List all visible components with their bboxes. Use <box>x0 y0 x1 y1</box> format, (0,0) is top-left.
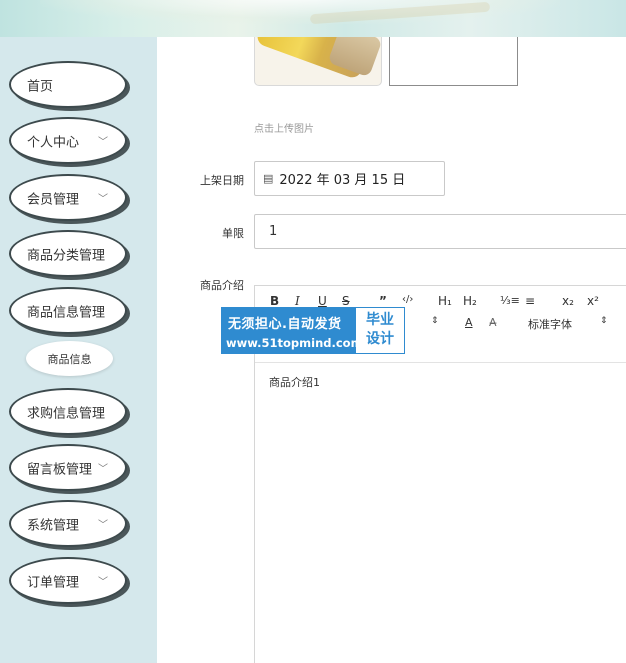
sidebar-item-label: 首页 <box>27 79 54 94</box>
calendar-icon: ▤ <box>263 172 274 185</box>
date-label: 上架日期 <box>200 174 244 187</box>
watermark-right-top: 毕业 <box>366 312 394 328</box>
date-value: 2022 年 03 月 15 日 <box>279 173 406 188</box>
upload-hint: 点击上传图片 <box>254 124 314 135</box>
sidebar-item-label: 商品分类管理 <box>27 248 106 263</box>
strikethrough-button[interactable]: S <box>342 294 350 308</box>
sidebar-item-personal-center[interactable]: 个人中心 ﹀ <box>9 117 127 164</box>
sidebar-item-home[interactable]: 首页 <box>9 61 127 108</box>
watermark-slogan: 无须担心.自动发货 <box>228 317 342 332</box>
watermark-left-panel: 无须担心.自动发货 www.51topmind.com <box>222 308 363 353</box>
watermark-url: www.51topmind.com <box>226 336 363 350</box>
watermark-badge: 无须担心.自动发货 www.51topmind.com 毕业 设计 <box>221 307 405 354</box>
chevron-down-icon: ﹀ <box>98 136 108 148</box>
watermark-right-panel: 毕业 设计 <box>356 308 404 353</box>
watermark-right-bottom: 设计 <box>366 331 394 347</box>
chevron-down-icon: ﹀ <box>98 463 108 475</box>
italic-button[interactable]: I <box>295 294 300 308</box>
font-family-select[interactable]: 标准字体 <box>528 316 572 332</box>
ordered-list-button[interactable]: ⅓≡ <box>500 294 520 307</box>
sidebar-item-label: 求购信息管理 <box>27 406 106 421</box>
code-block-button[interactable]: ‹/› <box>402 294 413 305</box>
sidebar-item-message-board-management[interactable]: 留言板管理 ﹀ <box>9 444 127 491</box>
sidebar-item-product-info-management[interactable]: 商品信息管理 <box>9 287 127 334</box>
underline-button[interactable]: U <box>318 294 327 308</box>
chevron-down-icon: ﹀ <box>98 193 108 205</box>
background-color-button[interactable]: A̶ <box>489 316 497 329</box>
sidebar-item-category-management[interactable]: 商品分类管理 <box>9 230 127 277</box>
sidebar-item-label: 会员管理 <box>27 192 80 207</box>
limit-value: 1 <box>269 224 278 239</box>
limit-input[interactable]: 1 <box>254 214 626 249</box>
editor-content[interactable]: 商品介绍1 <box>269 374 320 390</box>
submenu-item-product-info[interactable]: 商品信息 <box>26 341 113 376</box>
unordered-list-button[interactable]: ≡ <box>525 294 535 308</box>
font-select-arrow-icon[interactable]: ⇕ <box>600 316 608 326</box>
sidebar-item-system-management[interactable]: 系统管理 ﹀ <box>9 500 127 547</box>
sidebar-item-label: 订单管理 <box>27 575 80 590</box>
sidebar-item-label: 系统管理 <box>27 518 80 533</box>
chevron-down-icon: ﹀ <box>98 576 108 588</box>
size-select-arrow-icon[interactable]: ⇕ <box>431 316 439 326</box>
sidebar-item-purchase-request-management[interactable]: 求购信息管理 <box>9 388 127 435</box>
superscript-button[interactable]: x² <box>587 294 599 308</box>
chevron-down-icon: ﹀ <box>98 519 108 531</box>
sidebar-item-member-management[interactable]: 会员管理 ﹀ <box>9 174 127 221</box>
sidebar-item-label: 留言板管理 <box>27 462 93 477</box>
limit-label: 单限 <box>222 227 244 240</box>
intro-label: 商品介绍 <box>200 279 244 292</box>
subscript-button[interactable]: x₂ <box>562 294 574 308</box>
sidebar-item-label: 个人中心 <box>27 135 80 150</box>
product-image-thumbnail[interactable] <box>254 37 382 86</box>
top-banner <box>0 0 626 37</box>
image-upload-box[interactable] <box>389 37 518 86</box>
sidebar-item-label: 商品信息管理 <box>27 305 106 320</box>
heading1-button[interactable]: H₁ <box>438 294 452 308</box>
sidebar-item-order-management[interactable]: 订单管理 ﹀ <box>9 557 127 604</box>
heading2-button[interactable]: H₂ <box>463 294 477 308</box>
blockquote-button[interactable]: ” <box>379 294 387 308</box>
date-picker[interactable]: ▤ 2022 年 03 月 15 日 <box>254 161 445 196</box>
font-color-button[interactable]: A <box>465 316 473 329</box>
bold-button[interactable]: B <box>270 294 279 308</box>
editor-divider <box>255 362 626 363</box>
